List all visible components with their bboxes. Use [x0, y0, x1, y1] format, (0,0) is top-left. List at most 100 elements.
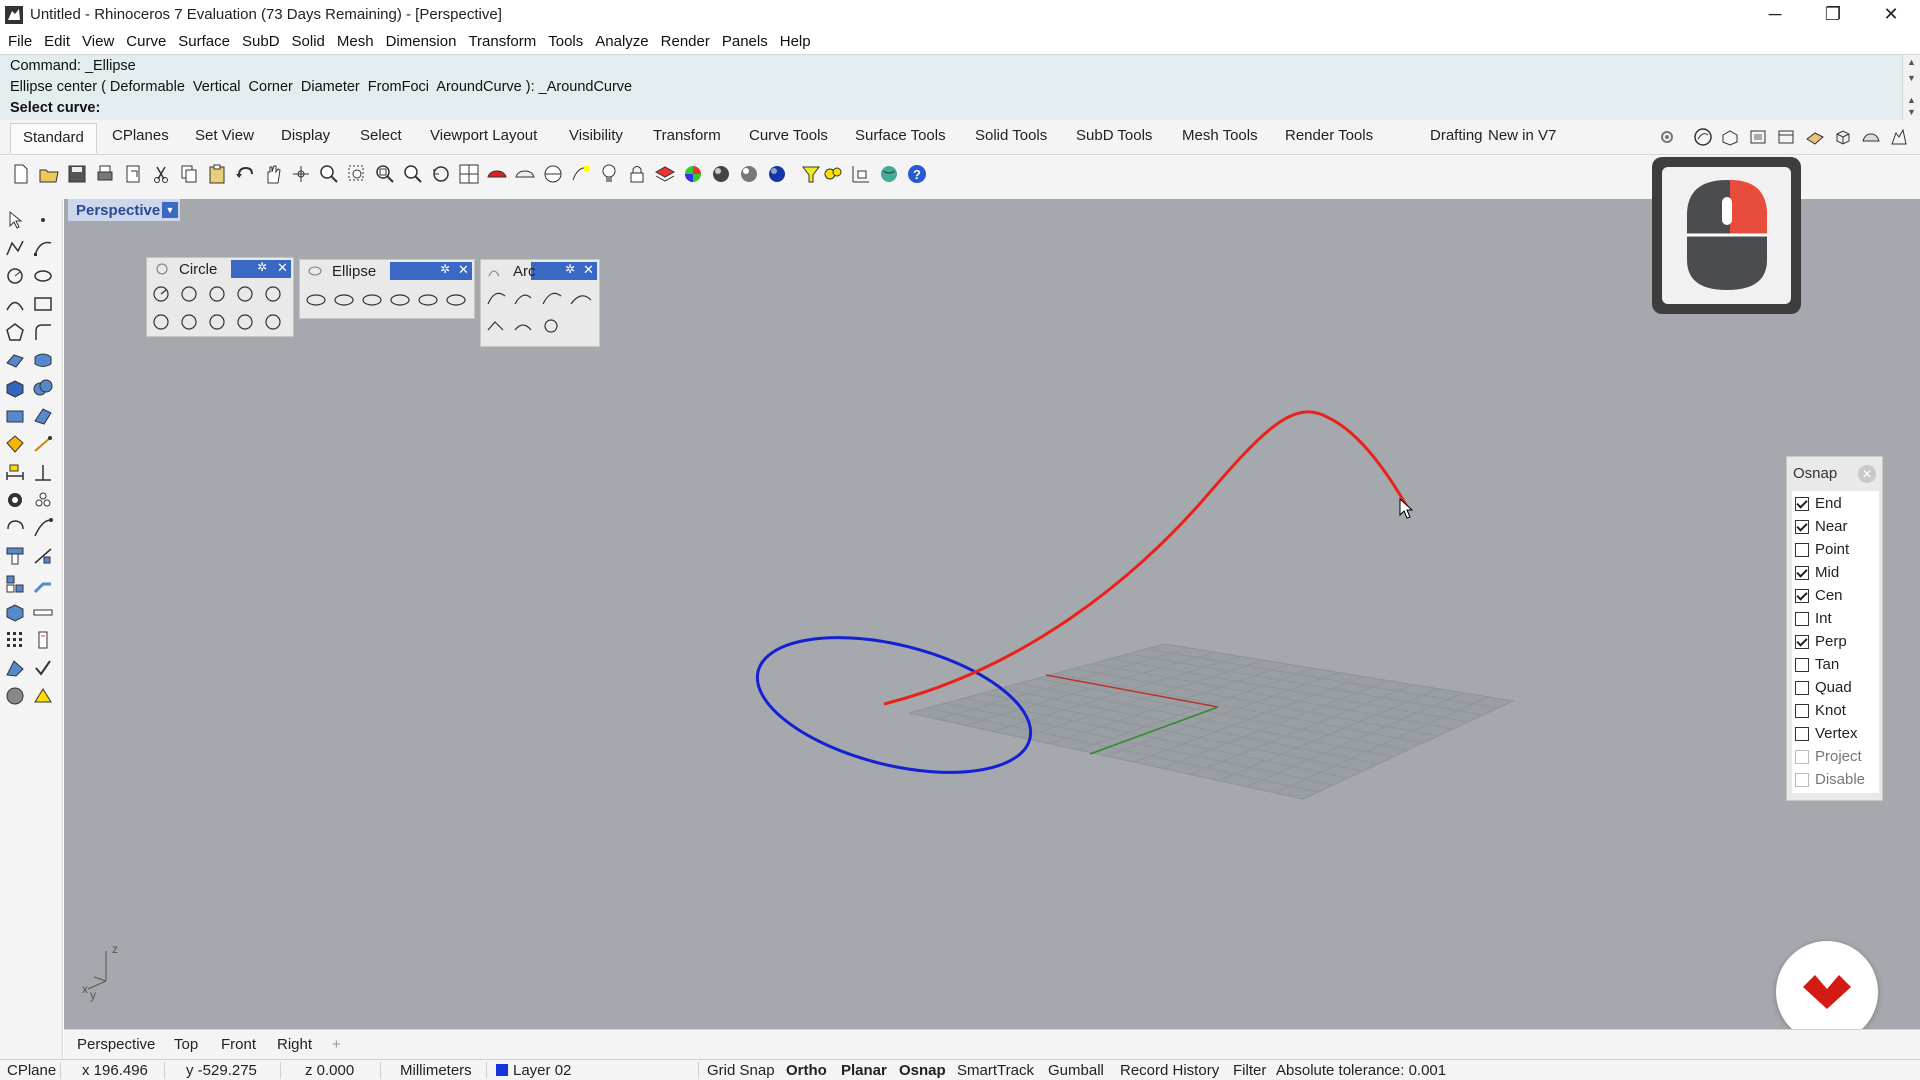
panel-close-icon[interactable]: ✕ — [277, 260, 288, 276]
menu-view[interactable]: View — [76, 33, 120, 50]
tab-surface-tools[interactable]: Surface Tools — [855, 127, 946, 144]
select-points-icon[interactable] — [570, 163, 592, 185]
tab-display[interactable]: Display — [281, 127, 330, 144]
circle-icon[interactable] — [4, 265, 26, 287]
edit-point-icon[interactable] — [32, 433, 54, 455]
extrude-icon[interactable] — [4, 405, 26, 427]
filter-icon[interactable] — [800, 163, 822, 185]
checkbox-icon[interactable] — [1795, 519, 1809, 534]
rotate-view-icon[interactable] — [290, 163, 312, 185]
group-icon[interactable] — [4, 573, 26, 595]
menu-transform[interactable]: Transform — [462, 33, 542, 50]
status-record-history[interactable]: Record History — [1120, 1062, 1219, 1079]
blue-sphere-icon[interactable] — [766, 163, 788, 185]
open-folder-icon[interactable] — [38, 163, 60, 185]
save-icon[interactable] — [66, 163, 88, 185]
tab-mesh-tools[interactable]: Mesh Tools — [1182, 127, 1258, 144]
osnap-vertex[interactable]: Vertex — [1795, 723, 1858, 744]
light-tool-icon[interactable] — [32, 685, 54, 707]
menu-subd[interactable]: SubD — [236, 33, 286, 50]
minimize-button[interactable]: ─ — [1746, 0, 1804, 29]
status-filter[interactable]: Filter — [1233, 1062, 1266, 1079]
status-units[interactable]: Millimeters — [400, 1062, 472, 1079]
color-wheel-icon[interactable] — [682, 163, 704, 185]
close-button[interactable]: ✕ — [1862, 0, 1920, 29]
dimension-tool-icon[interactable] — [4, 461, 26, 483]
tab-visibility[interactable]: Visibility — [569, 127, 623, 144]
osnap-tan[interactable]: Tan — [1795, 654, 1839, 675]
layer-stack-icon[interactable] — [1748, 127, 1768, 147]
viewport-tab-perspective[interactable]: Perspective — [77, 1036, 155, 1053]
print-icon[interactable] — [94, 163, 116, 185]
rhino-app-icon[interactable] — [4, 5, 24, 25]
menu-file[interactable]: File — [2, 33, 38, 50]
curve-cv-icon[interactable] — [32, 237, 54, 259]
text-tool-icon[interactable] — [32, 461, 54, 483]
checkbox-icon[interactable] — [1795, 565, 1809, 580]
tab-select[interactable]: Select — [360, 127, 402, 144]
four-viewports-icon[interactable] — [458, 163, 480, 185]
checkbox-icon[interactable] — [1795, 657, 1809, 672]
scroll-down-icon[interactable]: ▼ — [1907, 107, 1916, 117]
checkbox-icon[interactable] — [1795, 496, 1809, 511]
tab-set-view[interactable]: Set View — [195, 127, 254, 144]
undo-view-icon[interactable] — [430, 163, 452, 185]
menu-edit[interactable]: Edit — [38, 33, 76, 50]
arc-panel-header[interactable]: Arc ✲ ✕ — [481, 260, 599, 282]
car-shaded-icon[interactable] — [486, 163, 508, 185]
tab-solid-tools[interactable]: Solid Tools — [975, 127, 1047, 144]
ellipse-panel-header[interactable]: Ellipse ✲ ✕ — [300, 260, 474, 282]
new-file-icon[interactable] — [10, 163, 32, 185]
status-osnap[interactable]: Osnap — [899, 1062, 946, 1079]
block-icon[interactable] — [4, 601, 26, 623]
checkbox-icon[interactable] — [1795, 772, 1809, 787]
polyline-icon[interactable] — [4, 237, 26, 259]
panel-gear-icon[interactable]: ✲ — [257, 260, 267, 274]
box-solid-icon[interactable] — [4, 377, 26, 399]
paste-icon[interactable] — [206, 163, 228, 185]
tab-viewport-layout[interactable]: Viewport Layout — [430, 127, 537, 144]
command-scrollbar[interactable]: ▲ ▼ ▲ ▼ — [1902, 55, 1920, 121]
menu-solid[interactable]: Solid — [286, 33, 331, 50]
tab-drafting[interactable]: Drafting — [1430, 127, 1483, 144]
scroll-up-icon[interactable]: ▲ — [1907, 95, 1916, 105]
scene-canvas[interactable]: z x y — [64, 199, 1920, 1029]
cplane-icon[interactable] — [542, 163, 564, 185]
menu-mesh[interactable]: Mesh — [331, 33, 380, 50]
export-icon[interactable] — [122, 163, 144, 185]
layers-icon[interactable] — [654, 163, 676, 185]
command-prompt[interactable]: Select curve: — [10, 100, 100, 116]
join-icon[interactable] — [32, 573, 54, 595]
menu-render[interactable]: Render — [655, 33, 716, 50]
restore-button[interactable]: ❐ — [1804, 0, 1862, 29]
cube-icon[interactable] — [1833, 127, 1853, 147]
tab-curve-tools[interactable]: Curve Tools — [749, 127, 828, 144]
menu-help[interactable]: Help — [774, 33, 817, 50]
transform-icon[interactable] — [4, 489, 26, 511]
osnap-end[interactable]: End — [1795, 493, 1842, 514]
osnap-mid[interactable]: Mid — [1795, 562, 1839, 583]
panel-gear-icon[interactable]: ✲ — [565, 262, 575, 276]
status-gumball[interactable]: Gumball — [1048, 1062, 1104, 1079]
channel-logo-button[interactable] — [1776, 941, 1878, 1043]
status-grid-snap[interactable]: Grid Snap — [707, 1062, 775, 1079]
panel-close-icon[interactable]: ✕ — [583, 262, 594, 278]
rectangle-icon[interactable] — [32, 293, 54, 315]
point-icon[interactable] — [32, 209, 54, 231]
grid-array-icon[interactable] — [4, 629, 26, 651]
tab-subd-tools[interactable]: SubD Tools — [1076, 127, 1152, 144]
rhino-logo-icon[interactable] — [1889, 127, 1909, 147]
car-icon[interactable] — [1861, 127, 1881, 147]
arc-icon[interactable] — [4, 293, 26, 315]
checkbox-icon[interactable] — [1795, 726, 1809, 741]
menu-tools[interactable]: Tools — [542, 33, 589, 50]
help-icon[interactable]: ? — [906, 163, 928, 185]
surface-icon[interactable] — [1805, 127, 1825, 147]
scale-tool-icon[interactable] — [32, 517, 54, 539]
menu-surface[interactable]: Surface — [172, 33, 236, 50]
checkbox-icon[interactable] — [1795, 611, 1809, 626]
fillet-curve-icon[interactable] — [32, 321, 54, 343]
status-cplane[interactable]: CPlane — [7, 1062, 56, 1079]
tab-standard[interactable]: Standard — [10, 123, 97, 153]
pan-hand-icon[interactable] — [262, 163, 284, 185]
